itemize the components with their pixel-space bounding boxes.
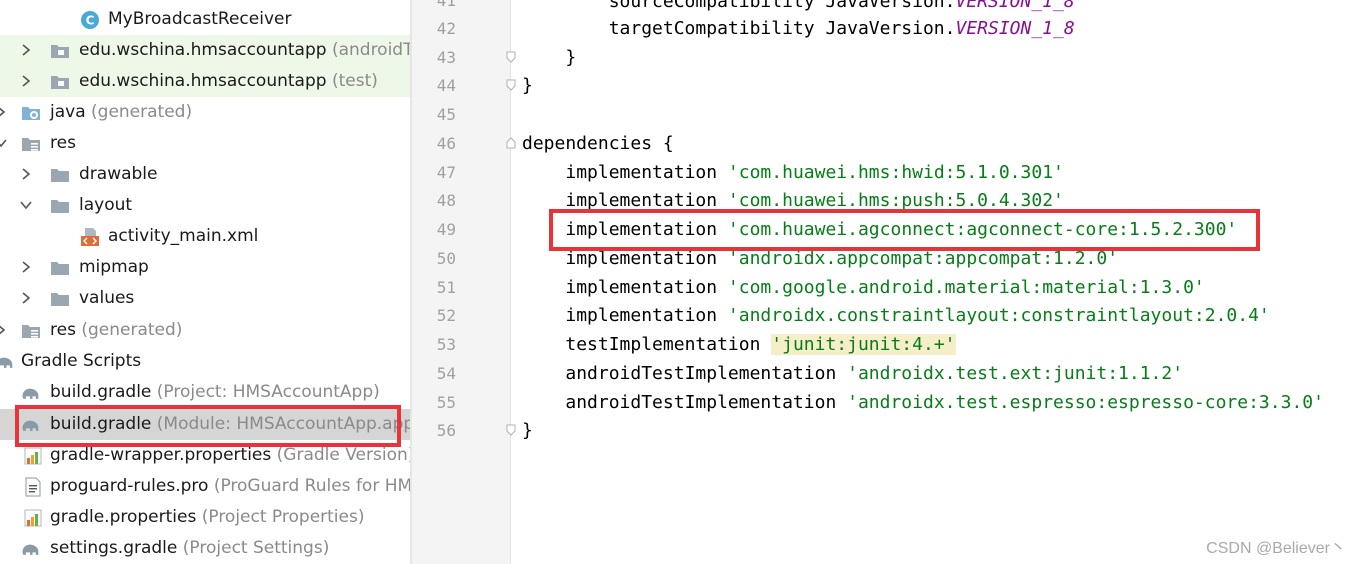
fold-end-icon[interactable]: [506, 79, 516, 91]
line-number: 41: [436, 0, 456, 10]
line-number: 49: [436, 220, 456, 239]
watermark: CSDN @Believer丶: [1206, 540, 1346, 557]
code-line: dependencies {: [522, 133, 674, 154]
line-number: 43: [436, 48, 456, 67]
line-number: 45: [436, 105, 456, 124]
folder-icon: [51, 76, 69, 89]
tree-item-drawable[interactable]: drawable: [0, 159, 410, 190]
tree-item-androidtest-package[interactable]: edu.wschina.hmsaccountapp (androidTest): [0, 35, 410, 66]
svg-text:C: C: [86, 14, 95, 28]
tree-item-label: java (generated): [50, 102, 193, 122]
tree-item-label: activity_main.xml: [108, 226, 259, 246]
highlight-box-module-gradle: [15, 405, 401, 447]
chevron-down-icon[interactable]: [0, 136, 8, 150]
tree-item-res-generated[interactable]: res (generated): [0, 315, 410, 346]
xml-file-icon: [81, 228, 99, 246]
tree-item-mybroadcastreceiver[interactable]: C MyBroadcastReceiver: [0, 4, 410, 35]
folder-icon: [51, 262, 69, 275]
tree-item-label: Gradle Scripts: [21, 351, 142, 371]
line-number: 55: [436, 393, 456, 412]
code-line: implementation 'com.huawei.hms:hwid:5.1.…: [565, 162, 1064, 183]
tree-item-layout[interactable]: layout: [0, 190, 410, 221]
line-number: 46: [436, 134, 456, 153]
line-number: 54: [436, 364, 456, 383]
tree-item-label: res: [50, 133, 76, 153]
project-tree: C MyBroadcastReceiver edu.wschina.hmsacc…: [0, 0, 410, 564]
code-line: implementation 'androidx.constraintlayou…: [565, 305, 1270, 326]
code-line: }: [522, 75, 533, 96]
tree-item-test-package[interactable]: edu.wschina.hmsaccountapp (test): [0, 66, 410, 97]
properties-icon: [24, 509, 42, 527]
fold-start-icon[interactable]: [506, 137, 516, 149]
chevron-right-icon[interactable]: [19, 43, 33, 57]
tree-item-label: layout: [79, 195, 133, 215]
folder-icon: [51, 45, 69, 58]
text-file-icon: [25, 477, 41, 497]
tree-item-gradle-scripts[interactable]: Gradle Scripts: [0, 346, 410, 377]
tree-item-label: values: [79, 288, 135, 308]
res-folder-icon: [22, 138, 40, 151]
fold-end-icon[interactable]: [506, 424, 516, 436]
code-line: }: [565, 47, 577, 68]
code-line: targetCompatibility JavaVersion.VERSION_…: [608, 18, 1075, 39]
tree-item-label: edu.wschina.hmsaccountapp (androidTest): [79, 40, 410, 60]
line-number: 52: [436, 306, 456, 325]
chevron-right-icon[interactable]: [0, 323, 8, 337]
chevron-right-icon[interactable]: [19, 260, 33, 274]
line-number: 53: [436, 335, 456, 354]
code-line: sourceCompatibility JavaVersion.VERSION_…: [608, 0, 1075, 12]
folder-icon: [51, 293, 69, 306]
tree-item-gradle-properties[interactable]: gradle.properties (Project Properties): [0, 502, 410, 533]
res-folder-icon: [22, 325, 40, 338]
tree-item-label: mipmap: [79, 257, 149, 277]
line-number: 48: [436, 191, 456, 210]
tree-item-label: gradle.properties (Project Properties): [50, 507, 365, 527]
line-number: 51: [436, 278, 456, 297]
tree-item-java-generated[interactable]: java (generated): [0, 97, 410, 128]
tree-item-build-gradle-project[interactable]: build.gradle (Project: HMSAccountApp): [0, 377, 410, 408]
tree-item-label: MyBroadcastReceiver: [108, 9, 292, 29]
class-c-icon: C: [81, 11, 99, 29]
chevron-right-icon[interactable]: [19, 167, 33, 181]
tree-item-label: res (generated): [50, 320, 183, 340]
highlight-box-agconnect-line: [549, 209, 1260, 251]
code-line: }: [522, 420, 533, 441]
chevron-right-icon[interactable]: [19, 74, 33, 88]
tree-item-label: settings.gradle (Project Settings): [50, 538, 330, 558]
folder-icon: [51, 200, 69, 213]
chevron-right-icon[interactable]: [19, 291, 33, 305]
code-line: implementation 'com.google.android.mater…: [565, 277, 1205, 298]
line-number: 50: [436, 249, 456, 268]
gradle-elephant-icon: [0, 357, 13, 368]
tree-item-res[interactable]: res: [0, 128, 410, 159]
chevron-down-icon[interactable]: [19, 198, 33, 212]
chevron-right-icon[interactable]: [0, 105, 8, 119]
tree-item-values[interactable]: values: [0, 283, 410, 314]
tree-item-label: drawable: [79, 164, 158, 184]
tree-item-settings-gradle[interactable]: settings.gradle (Project Settings): [0, 533, 410, 564]
generated-folder-icon: [22, 107, 40, 120]
code-line: androidTestImplementation 'androidx.test…: [565, 392, 1324, 413]
tree-item-label: build.gradle (Project: HMSAccountApp): [50, 382, 380, 402]
line-number: 56: [436, 421, 456, 440]
tree-item-label: proguard-rules.pro (ProGuard Rules for H…: [50, 476, 410, 496]
folder-icon: [51, 169, 69, 182]
gradle-elephant-icon: [22, 544, 39, 555]
tree-item-mipmap[interactable]: mipmap: [0, 252, 410, 283]
code-line: testImplementation 'junit:junit:4.+': [565, 334, 956, 355]
line-number: 44: [436, 76, 456, 95]
gradle-elephant-icon: [22, 388, 39, 399]
tree-item-proguard-rules[interactable]: proguard-rules.pro (ProGuard Rules for H…: [0, 471, 410, 502]
line-number: 47: [436, 163, 456, 182]
line-number: 42: [436, 19, 456, 38]
tree-item-label: edu.wschina.hmsaccountapp (test): [79, 71, 378, 91]
properties-icon: [24, 447, 42, 465]
tree-item-label: gradle-wrapper.properties (Gradle Versio…: [50, 445, 410, 465]
tree-item-activity-main-xml[interactable]: activity_main.xml: [0, 221, 410, 252]
code-line: androidTestImplementation 'androidx.test…: [565, 363, 1184, 384]
fold-end-icon[interactable]: [506, 51, 516, 63]
